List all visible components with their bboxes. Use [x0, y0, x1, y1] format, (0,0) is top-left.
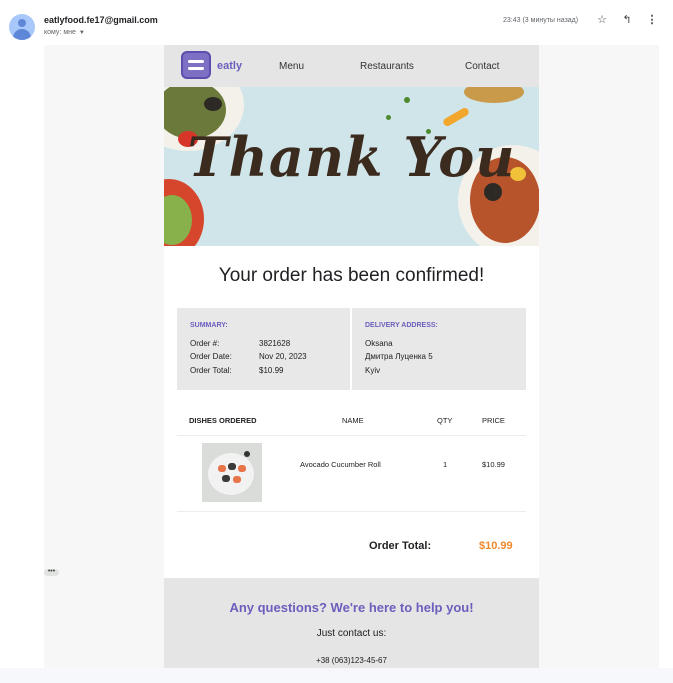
herb-1 — [404, 97, 410, 103]
help-section: Any questions? We're here to help you! J… — [164, 578, 539, 668]
nav-link-menu[interactable]: Menu — [279, 61, 304, 72]
sushi-roll-2 — [228, 463, 236, 470]
sushi-roll-3 — [238, 465, 246, 472]
help-title: Any questions? We're here to help you! — [229, 600, 474, 615]
table-divider-bottom — [177, 511, 526, 512]
dish-image[interactable] — [202, 443, 262, 502]
timestamp: 23:43 (3 минуты назад) — [503, 17, 579, 24]
olive-top-left — [204, 97, 222, 111]
mail-header: eatlyfood.fe17@gmail.com кому: мне ▼ 23:4… — [0, 0, 673, 45]
more-vert-icon[interactable]: ⋮ — [644, 12, 660, 28]
reply-icon[interactable]: ↰ — [619, 12, 635, 28]
column-name: NAME — [342, 416, 364, 425]
dish-qty: 1 — [443, 460, 448, 469]
herb-2 — [386, 115, 391, 120]
logo-stroke-bottom — [188, 67, 204, 70]
recipient-text: кому: мне — [44, 29, 76, 36]
dish-price: $10.99 — [482, 460, 505, 469]
order-email: eatly Menu Restaurants Contact Thank You… — [164, 45, 539, 578]
sushi-roll-1 — [218, 465, 226, 472]
sushi-plate — [208, 453, 254, 495]
order-details: Your order has been confirmed! SUMMARY: … — [164, 246, 539, 522]
bread-top-right — [464, 87, 524, 103]
column-qty: QTY — [437, 416, 453, 425]
avatar-body — [13, 29, 31, 40]
hero-title: Thank You — [187, 125, 516, 189]
sushi-roll-5 — [233, 476, 241, 483]
help-phone[interactable]: +38 (063)123-45-67 — [164, 656, 539, 665]
email-nav: eatly Menu Restaurants Contact — [164, 45, 539, 87]
order-total: $10.99 — [259, 366, 284, 375]
order-total-label: Order Total: — [190, 366, 232, 375]
logo-stroke-top — [188, 60, 204, 63]
confirmation-title: Your order has been confirmed! — [218, 265, 485, 286]
table-divider-top — [177, 435, 526, 436]
logo-text[interactable]: eatly — [217, 60, 242, 72]
delivery-city: Kyiv — [365, 366, 381, 375]
sushi-roll-4 — [222, 475, 230, 482]
order-date: Nov 20, 2023 — [259, 352, 307, 361]
sauce-dish — [244, 451, 250, 457]
column-dishes: DISHES ORDERED — [189, 416, 257, 425]
nav-link-restaurants[interactable]: Restaurants — [360, 61, 414, 72]
hero-banner: Thank You — [164, 87, 539, 246]
show-trimmed-icon[interactable]: ••• — [44, 568, 59, 576]
logo-icon[interactable] — [181, 51, 211, 79]
sender-avatar[interactable] — [9, 14, 35, 40]
summary-label: SUMMARY: — [190, 322, 228, 329]
summary-divider — [350, 308, 352, 390]
column-price: PRICE — [482, 416, 505, 425]
delivery-name: Oksana — [365, 339, 393, 348]
help-subtitle: Just contact us: — [316, 628, 387, 639]
star-icon[interactable]: ☆ — [594, 12, 610, 28]
chevron-down-icon[interactable]: ▼ — [79, 30, 85, 36]
summary-box: SUMMARY: Order #: 3821628 Order Date: No… — [177, 308, 526, 390]
order-number: 3821628 — [259, 339, 291, 348]
order-date-label: Order Date: — [190, 352, 232, 361]
nav-link-contact[interactable]: Contact — [465, 61, 499, 72]
email-body: eatly Menu Restaurants Contact Thank You… — [44, 45, 659, 668]
bottom-bar — [0, 668, 673, 683]
sender-email[interactable]: eatlyfood.fe17@gmail.com — [44, 15, 158, 25]
order-number-label: Order #: — [190, 339, 220, 348]
delivery-label: DELIVERY ADDRESS: — [365, 322, 438, 329]
total-value: $10.99 — [479, 540, 513, 552]
total-block: Order Total: $10.99 — [164, 522, 539, 578]
recipient-line[interactable]: кому: мне ▼ — [44, 29, 85, 36]
delivery-street: Дмитра Луценка 5 — [365, 352, 433, 361]
avatar-head — [18, 19, 26, 27]
dish-name: Avocado Cucumber Roll — [300, 460, 381, 469]
right-rail — [659, 45, 673, 668]
total-label: Order Total: — [369, 540, 432, 552]
